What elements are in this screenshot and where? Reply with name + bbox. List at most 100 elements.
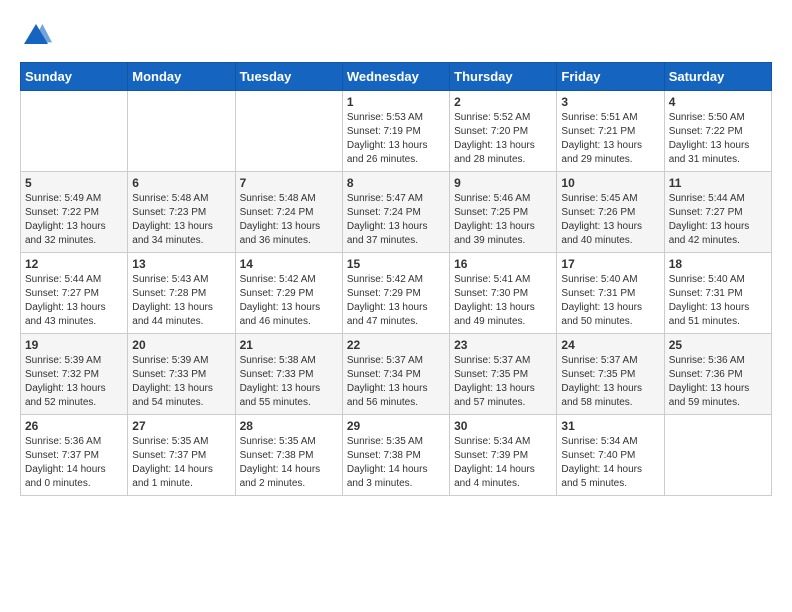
calendar-cell: 24 Sunrise: 5:37 AM Sunset: 7:35 PM Dayli… [557,334,664,415]
day-number: 6 [132,176,230,190]
day-info: Sunrise: 5:49 AM Sunset: 7:22 PM Dayligh… [25,192,123,248]
day-number: 22 [347,338,445,352]
day-info: Sunrise: 5:37 AM Sunset: 7:34 PM Dayligh… [347,354,445,410]
day-number: 7 [240,176,338,190]
calendar-cell: 4 Sunrise: 5:50 AM Sunset: 7:22 PM Daylig… [664,91,771,172]
calendar-cell: 23 Sunrise: 5:37 AM Sunset: 7:35 PM Dayli… [450,334,557,415]
calendar-cell: 7 Sunrise: 5:48 AM Sunset: 7:24 PM Daylig… [235,172,342,253]
day-info: Sunrise: 5:43 AM Sunset: 7:28 PM Dayligh… [132,273,230,329]
header-tuesday: Tuesday [235,63,342,91]
day-info: Sunrise: 5:47 AM Sunset: 7:24 PM Dayligh… [347,192,445,248]
header-sunday: Sunday [21,63,128,91]
calendar-cell: 20 Sunrise: 5:39 AM Sunset: 7:33 PM Dayli… [128,334,235,415]
day-number: 5 [25,176,123,190]
header-saturday: Saturday [664,63,771,91]
day-number: 2 [454,95,552,109]
day-info: Sunrise: 5:37 AM Sunset: 7:35 PM Dayligh… [561,354,659,410]
day-info: Sunrise: 5:53 AM Sunset: 7:19 PM Dayligh… [347,111,445,167]
day-info: Sunrise: 5:42 AM Sunset: 7:29 PM Dayligh… [240,273,338,329]
day-number: 29 [347,419,445,433]
calendar-cell: 2 Sunrise: 5:52 AM Sunset: 7:20 PM Daylig… [450,91,557,172]
calendar-week-4: 19 Sunrise: 5:39 AM Sunset: 7:32 PM Dayli… [21,334,772,415]
calendar-cell: 11Sunrise: 5:44 AM Sunset: 7:27 PM Dayli… [664,172,771,253]
day-number: 19 [25,338,123,352]
day-number: 31 [561,419,659,433]
day-info: Sunrise: 5:52 AM Sunset: 7:20 PM Dayligh… [454,111,552,167]
day-info: Sunrise: 5:36 AM Sunset: 7:36 PM Dayligh… [669,354,767,410]
calendar-cell: 30 Sunrise: 5:34 AM Sunset: 7:39 PM Dayli… [450,415,557,496]
day-info: Sunrise: 5:35 AM Sunset: 7:37 PM Dayligh… [132,435,230,491]
day-info: Sunrise: 5:35 AM Sunset: 7:38 PM Dayligh… [347,435,445,491]
day-info: Sunrise: 5:46 AM Sunset: 7:25 PM Dayligh… [454,192,552,248]
day-info: Sunrise: 5:40 AM Sunset: 7:31 PM Dayligh… [561,273,659,329]
calendar-cell: 13Sunrise: 5:43 AM Sunset: 7:28 PM Dayli… [128,253,235,334]
calendar-cell [235,91,342,172]
logo-icon [20,20,52,52]
logo [20,20,56,52]
day-number: 30 [454,419,552,433]
day-number: 21 [240,338,338,352]
calendar-cell [21,91,128,172]
calendar-cell: 10 Sunrise: 5:45 AM Sunset: 7:26 PM Dayli… [557,172,664,253]
day-info: Sunrise: 5:37 AM Sunset: 7:35 PM Dayligh… [454,354,552,410]
calendar-cell [664,415,771,496]
header-wednesday: Wednesday [342,63,449,91]
calendar-cell: 9 Sunrise: 5:46 AM Sunset: 7:25 PM Daylig… [450,172,557,253]
day-info: Sunrise: 5:39 AM Sunset: 7:33 PM Dayligh… [132,354,230,410]
calendar-cell: 16Sunrise: 5:41 AM Sunset: 7:30 PM Dayli… [450,253,557,334]
day-info: Sunrise: 5:51 AM Sunset: 7:21 PM Dayligh… [561,111,659,167]
calendar-cell: 31 Sunrise: 5:34 AM Sunset: 7:40 PM Dayli… [557,415,664,496]
day-number: 18 [669,257,767,271]
day-number: 26 [25,419,123,433]
day-number: 17 [561,257,659,271]
day-number: 1 [347,95,445,109]
calendar-week-2: 5 Sunrise: 5:49 AM Sunset: 7:22 PM Daylig… [21,172,772,253]
day-number: 14 [240,257,338,271]
day-number: 24 [561,338,659,352]
day-info: Sunrise: 5:48 AM Sunset: 7:24 PM Dayligh… [240,192,338,248]
day-number: 28 [240,419,338,433]
day-info: Sunrise: 5:34 AM Sunset: 7:40 PM Dayligh… [561,435,659,491]
day-number: 23 [454,338,552,352]
day-number: 8 [347,176,445,190]
calendar-week-5: 26 Sunrise: 5:36 AM Sunset: 7:37 PM Dayli… [21,415,772,496]
calendar-cell: 18 Sunrise: 5:40 AM Sunset: 7:31 PM Dayli… [664,253,771,334]
day-info: Sunrise: 5:50 AM Sunset: 7:22 PM Dayligh… [669,111,767,167]
day-info: Sunrise: 5:45 AM Sunset: 7:26 PM Dayligh… [561,192,659,248]
day-number: 20 [132,338,230,352]
day-info: Sunrise: 5:42 AM Sunset: 7:29 PM Dayligh… [347,273,445,329]
calendar-cell: 25 Sunrise: 5:36 AM Sunset: 7:36 PM Dayli… [664,334,771,415]
calendar-cell: 22 Sunrise: 5:37 AM Sunset: 7:34 PM Dayli… [342,334,449,415]
day-info: Sunrise: 5:44 AM Sunset: 7:27 PM Dayligh… [669,192,767,248]
day-info: Sunrise: 5:38 AM Sunset: 7:33 PM Dayligh… [240,354,338,410]
day-info: Sunrise: 5:44 AM Sunset: 7:27 PM Dayligh… [25,273,123,329]
day-info: Sunrise: 5:39 AM Sunset: 7:32 PM Dayligh… [25,354,123,410]
day-info: Sunrise: 5:34 AM Sunset: 7:39 PM Dayligh… [454,435,552,491]
day-info: Sunrise: 5:36 AM Sunset: 7:37 PM Dayligh… [25,435,123,491]
calendar-cell: 12 Sunrise: 5:44 AM Sunset: 7:27 PM Dayli… [21,253,128,334]
day-info: Sunrise: 5:40 AM Sunset: 7:31 PM Dayligh… [669,273,767,329]
calendar-cell: 6 Sunrise: 5:48 AM Sunset: 7:23 PM Daylig… [128,172,235,253]
calendar-cell: 1 Sunrise: 5:53 AM Sunset: 7:19 PM Daylig… [342,91,449,172]
calendar-cell: 29 Sunrise: 5:35 AM Sunset: 7:38 PM Dayli… [342,415,449,496]
day-info: Sunrise: 5:48 AM Sunset: 7:23 PM Dayligh… [132,192,230,248]
calendar-cell: 8 Sunrise: 5:47 AM Sunset: 7:24 PM Daylig… [342,172,449,253]
calendar-cell: 5 Sunrise: 5:49 AM Sunset: 7:22 PM Daylig… [21,172,128,253]
day-number: 12 [25,257,123,271]
day-info: Sunrise: 5:41 AM Sunset: 7:30 PM Dayligh… [454,273,552,329]
calendar-cell: 26 Sunrise: 5:36 AM Sunset: 7:37 PM Dayli… [21,415,128,496]
calendar-table: SundayMondayTuesdayWednesdayThursdayFrid… [20,62,772,496]
calendar-week-1: 1 Sunrise: 5:53 AM Sunset: 7:19 PM Daylig… [21,91,772,172]
header-monday: Monday [128,63,235,91]
day-number: 25 [669,338,767,352]
calendar-cell: 3Sunrise: 5:51 AM Sunset: 7:21 PM Daylig… [557,91,664,172]
day-number: 9 [454,176,552,190]
day-number: 10 [561,176,659,190]
calendar-week-3: 12 Sunrise: 5:44 AM Sunset: 7:27 PM Dayli… [21,253,772,334]
day-number: 4 [669,95,767,109]
calendar-cell [128,91,235,172]
calendar-header-row: SundayMondayTuesdayWednesdayThursdayFrid… [21,63,772,91]
day-info: Sunrise: 5:35 AM Sunset: 7:38 PM Dayligh… [240,435,338,491]
calendar-cell: 19 Sunrise: 5:39 AM Sunset: 7:32 PM Dayli… [21,334,128,415]
calendar-cell: 28 Sunrise: 5:35 AM Sunset: 7:38 PM Dayli… [235,415,342,496]
